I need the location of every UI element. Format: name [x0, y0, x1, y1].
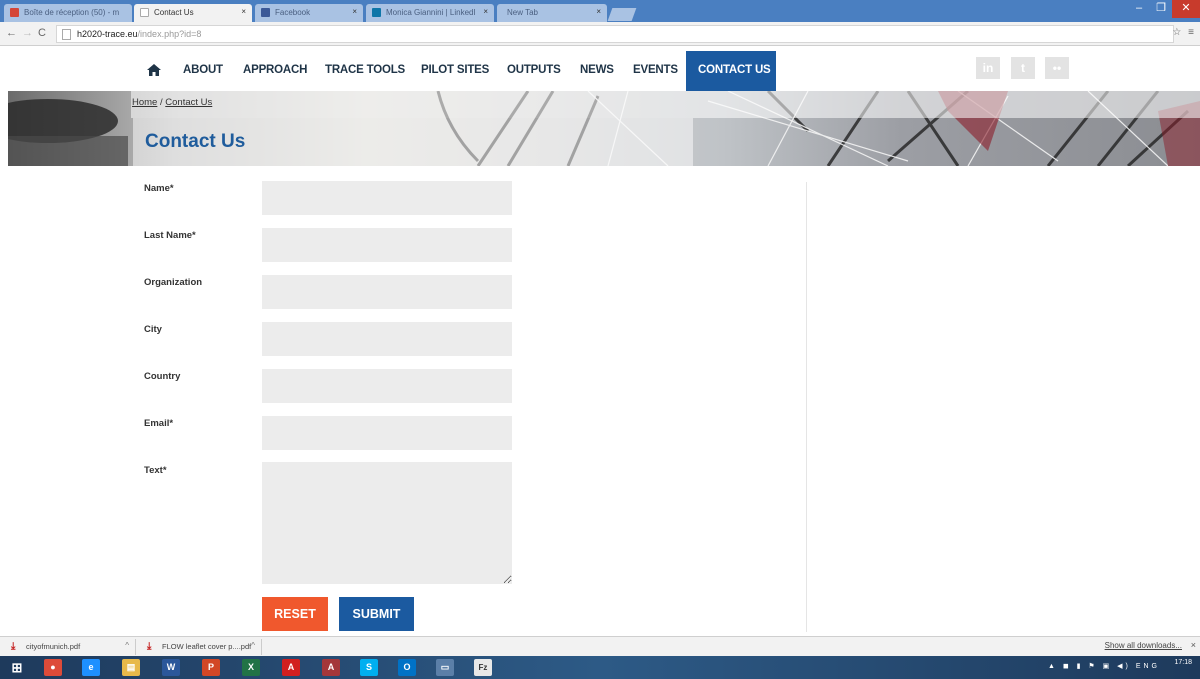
excel-icon[interactable]: X: [242, 659, 260, 676]
city-label: City: [144, 324, 162, 335]
download-item[interactable]: ⤓ cityofmunich.pdf ^: [4, 639, 136, 655]
minimize-button[interactable]: –: [1128, 0, 1150, 18]
organization-field[interactable]: [262, 275, 512, 309]
close-tab-icon[interactable]: ×: [352, 7, 357, 16]
internet-explorer-icon[interactable]: e: [82, 659, 100, 676]
page-icon: [140, 8, 149, 17]
nav-outputs[interactable]: OUTPUTS: [507, 64, 561, 76]
site-header: ABOUT APPROACH TRACE TOOLS PILOT SITES O…: [0, 47, 1200, 91]
text-label: Text*: [144, 465, 167, 476]
flickr-icon[interactable]: ••: [1045, 57, 1069, 79]
browser-tab-strip: Boîte de réception (50) - m Contact Us ×…: [0, 0, 1200, 22]
clock[interactable]: 17:18: [1174, 658, 1192, 667]
pdf-icon: ⤓: [11, 641, 16, 652]
powerpoint-icon[interactable]: P: [202, 659, 220, 676]
linkedin-icon: [372, 8, 381, 17]
bookmark-star-icon[interactable]: ☆ ≡: [1172, 27, 1196, 38]
country-label: Country: [144, 371, 181, 382]
tab-new-tab[interactable]: New Tab ×: [497, 4, 607, 22]
nav-news[interactable]: NEWS: [580, 64, 614, 76]
url-domain: h2020-trace.eu: [77, 29, 138, 39]
filezilla-icon[interactable]: Fz: [474, 659, 492, 676]
close-tab-icon[interactable]: ×: [483, 7, 488, 16]
monitor-icon[interactable]: ▭: [436, 659, 454, 676]
access-icon[interactable]: A: [322, 659, 340, 676]
column-divider: [806, 182, 807, 632]
chevron-up-icon[interactable]: ^: [251, 641, 255, 650]
back-icon[interactable]: ←: [6, 27, 17, 39]
nav-approach[interactable]: APPROACH: [243, 64, 307, 76]
last-name-label: Last Name*: [144, 230, 196, 241]
outlook-icon[interactable]: O: [398, 659, 416, 676]
nav-trace-tools[interactable]: TRACE TOOLS: [325, 64, 405, 76]
file-explorer-icon[interactable]: ▤: [122, 659, 140, 676]
nav-about[interactable]: ABOUT: [183, 64, 223, 76]
chrome-icon[interactable]: ●: [44, 659, 62, 676]
acrobat-icon[interactable]: A: [282, 659, 300, 676]
message-textarea[interactable]: [262, 462, 512, 584]
gmail-icon: [10, 8, 19, 17]
linkedin-icon[interactable]: in: [976, 57, 1000, 79]
breadcrumb: Home / Contact Us: [132, 97, 213, 108]
downloads-bar: ⤓ cityofmunich.pdf ^ ⤓ FLOW leaflet cove…: [0, 636, 1200, 656]
name-field[interactable]: [262, 181, 512, 215]
name-label: Name*: [144, 183, 174, 194]
word-icon[interactable]: W: [162, 659, 180, 676]
page-icon: [62, 29, 71, 40]
new-tab-button[interactable]: [607, 8, 637, 21]
maximize-button[interactable]: ❐: [1150, 0, 1172, 18]
window-controls: – ❐ ✕: [1128, 0, 1200, 20]
download-item[interactable]: ⤓ FLOW leaflet cover p....pdf ^: [140, 639, 262, 655]
last-name-field[interactable]: [262, 228, 512, 262]
submit-button[interactable]: SUBMIT: [339, 597, 414, 631]
tab-contact-us[interactable]: Contact Us ×: [134, 4, 252, 22]
system-tray[interactable]: ▲ ◼ ▮ ⚑ ▣ ◀) ENG: [1048, 662, 1160, 670]
close-tab-icon[interactable]: ×: [241, 7, 246, 16]
facebook-icon: [261, 8, 270, 17]
twitter-icon[interactable]: t: [1011, 57, 1035, 79]
show-all-downloads-link[interactable]: Show all downloads...: [1105, 641, 1182, 650]
nav-contact-us[interactable]: CONTACT US: [686, 51, 776, 91]
breadcrumb-current[interactable]: Contact Us: [165, 97, 212, 108]
breadcrumb-home-link[interactable]: Home: [132, 97, 157, 108]
close-window-button[interactable]: ✕: [1172, 0, 1200, 18]
close-tab-icon[interactable]: ×: [596, 7, 601, 16]
skype-icon[interactable]: S: [360, 659, 378, 676]
email-label: Email*: [144, 418, 174, 429]
tab-linkedin[interactable]: Monica Giannini | LinkedI ×: [366, 4, 494, 22]
page-title: Contact Us: [145, 131, 246, 152]
nav-events[interactable]: EVENTS: [633, 64, 678, 76]
city-field[interactable]: [262, 322, 512, 356]
url-path: /index.php?id=8: [137, 29, 202, 39]
windows-taskbar: ⊞ ● e ▤ W P X A A S O ▭ Fz ▲ ◼ ▮ ⚑ ▣ ◀) …: [0, 656, 1200, 679]
tab-facebook[interactable]: Facebook ×: [255, 4, 363, 22]
email-field[interactable]: [262, 416, 512, 450]
organization-label: Organization: [144, 277, 203, 288]
browser-toolbar: ← → C h2020-trace.eu/index.php?id=8 ☆ ≡: [0, 22, 1200, 46]
tab-gmail[interactable]: Boîte de réception (50) - m: [4, 4, 132, 22]
forward-icon[interactable]: →: [22, 27, 33, 39]
home-icon[interactable]: [147, 64, 161, 76]
reset-button[interactable]: RESET: [262, 597, 328, 631]
pdf-icon: ⤓: [147, 641, 152, 652]
country-field[interactable]: [262, 369, 512, 403]
reload-icon[interactable]: C: [38, 27, 46, 39]
close-icon[interactable]: ×: [1191, 640, 1196, 650]
address-bar[interactable]: h2020-trace.eu/index.php?id=8: [56, 25, 1174, 43]
start-button[interactable]: ⊞: [8, 659, 26, 676]
chevron-up-icon[interactable]: ^: [125, 641, 129, 650]
nav-pilot-sites[interactable]: PILOT SITES: [421, 64, 489, 76]
